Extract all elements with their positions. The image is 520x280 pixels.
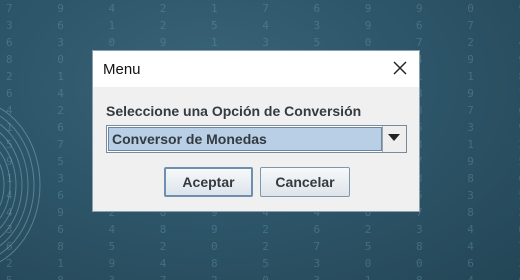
dialog-title: Menu	[103, 61, 141, 78]
spiral-decoration	[0, 107, 41, 263]
conversion-type-dropdown[interactable]: Conversor de Monedas	[106, 125, 407, 153]
conversion-menu-dialog: Menu Seleccione una Opción de Conversión…	[92, 50, 420, 212]
dropdown-selected-value-box[interactable]: Conversor de Monedas	[108, 127, 382, 151]
cancel-button[interactable]: Cancelar	[260, 167, 350, 197]
dialog-titlebar[interactable]: Menu	[93, 51, 419, 87]
close-icon	[393, 61, 407, 75]
close-button[interactable]	[391, 59, 409, 77]
prompt-label: Seleccione una Opción de Conversión	[106, 103, 362, 119]
dropdown-selected-value: Conversor de Monedas	[112, 131, 267, 147]
accept-button[interactable]: Aceptar	[164, 167, 253, 197]
dropdown-arrow-button[interactable]	[382, 126, 406, 152]
chevron-down-icon	[388, 134, 400, 141]
